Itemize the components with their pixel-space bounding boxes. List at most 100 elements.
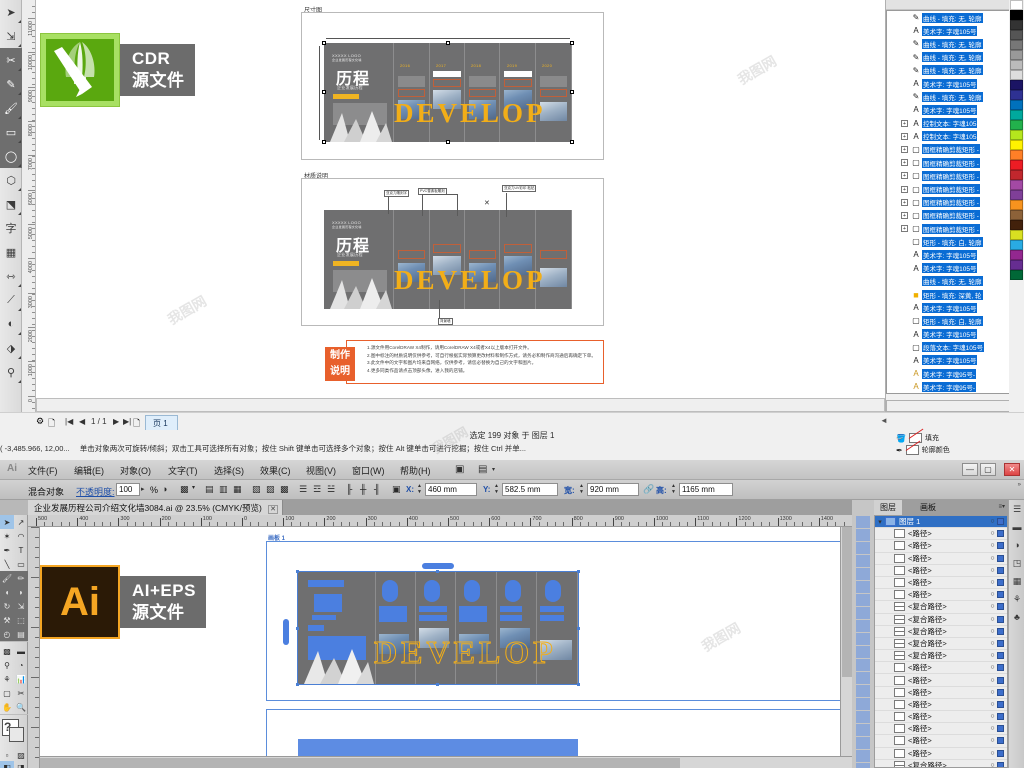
- cdr-object-row[interactable]: A 美术字: 字魂105号: [887, 301, 1009, 314]
- tab-layers[interactable]: 图层: [874, 500, 902, 515]
- target-icon[interactable]: ○: [988, 567, 997, 574]
- collapsed-panel-item[interactable]: [856, 633, 870, 645]
- cdr-tool-fill-tool[interactable]: ⬗: [0, 336, 22, 360]
- cdr-object-row[interactable]: A 美术字: 字魂105号: [887, 262, 1009, 275]
- ai-layer-row[interactable]: <复合路径> ○: [875, 638, 1007, 651]
- ai-tool-blend-tool[interactable]: ◔: [14, 658, 28, 672]
- collapsed-panel-item[interactable]: [856, 529, 870, 541]
- target-icon[interactable]: ○: [988, 555, 997, 562]
- palette-swatch[interactable]: [1010, 270, 1023, 280]
- palette-swatch[interactable]: [1010, 170, 1023, 180]
- selection-handle[interactable]: [570, 41, 574, 45]
- cdr-object-row[interactable]: + A 控制文本: 字魂105: [887, 117, 1009, 130]
- ai-tool-mesh-tool[interactable]: ▩: [0, 644, 14, 658]
- selection-indicator[interactable]: [997, 749, 1004, 757]
- link-dimensions-icon[interactable]: 🔗: [643, 484, 654, 495]
- ai-selection-bounds[interactable]: [297, 571, 579, 685]
- cdr-tool-blend-tool[interactable]: ◐: [0, 312, 22, 336]
- cdr-object-row[interactable]: A美术字: 字魂95号-: [887, 380, 1009, 393]
- ai-layer-row[interactable]: <路径> ○: [875, 565, 1007, 577]
- opacity-input[interactable]: 100: [116, 483, 140, 496]
- control-bar-overflow[interactable]: »: [1018, 482, 1021, 488]
- cdr-object-row[interactable]: ✎ 曲线 - 填充: 无, 轮廓: [887, 90, 1009, 103]
- align-center-v-icon[interactable]: ▨: [266, 484, 275, 495]
- align-right-icon[interactable]: ▦: [233, 484, 242, 495]
- expand-toggle-icon[interactable]: +: [901, 211, 908, 219]
- cdr-object-row[interactable]: A 美术字: 字魂105号: [887, 248, 1009, 261]
- expand-toggle-icon[interactable]: +: [901, 185, 908, 193]
- ai-canvas[interactable]: 画板 1 DEVELOP 我图网: [40, 527, 852, 768]
- ai-tool-symbol-sprayer-tool[interactable]: ⚘: [0, 672, 14, 686]
- cdr-outline-row[interactable]: ✒ 轮廓颜色: [896, 444, 950, 456]
- selection-indicator[interactable]: [997, 639, 1004, 647]
- tab-artboards[interactable]: 画板: [914, 500, 942, 515]
- h-input[interactable]: 1165 mm: [679, 483, 733, 496]
- selection-indicator[interactable]: [997, 615, 1004, 623]
- cdr-object-row[interactable]: ▢ 矩形 - 填充: 白, 轮廓: [887, 235, 1009, 248]
- ai-selection-tab[interactable]: [422, 563, 454, 569]
- scroll-thumb[interactable]: [842, 527, 852, 677]
- ai-panel-dock[interactable]: ☰ ▬ ◑ ◳ ▦ ⚘ ♣: [1008, 500, 1024, 768]
- target-icon[interactable]: ○: [988, 591, 997, 598]
- ai-tool-blob-brush-tool[interactable]: ◖: [0, 585, 14, 599]
- cdr-tool-artistic-media-tool[interactable]: 🖌: [0, 96, 22, 120]
- collapsed-panel-item[interactable]: [856, 568, 870, 580]
- ai-layer-row[interactable]: <路径> ○: [875, 662, 1007, 675]
- ai-layer-row[interactable]: <路径> ○: [875, 687, 1007, 699]
- first-page-button[interactable]: |◀: [62, 417, 76, 426]
- cdr-fill-row[interactable]: 🪣 填充: [896, 432, 950, 444]
- selection-indicator[interactable]: [997, 603, 1004, 611]
- cdr-object-row[interactable]: ✎ 曲线 - 填充: 无, 轮廓: [887, 51, 1009, 64]
- ai-anchor-point[interactable]: [296, 570, 299, 573]
- menu-object[interactable]: 对象(O): [120, 464, 151, 477]
- target-icon[interactable]: ○: [988, 750, 997, 757]
- cdr-tool-connector-tool[interactable]: ⟋: [0, 288, 22, 312]
- cdr-tool-curve-tool[interactable]: ✎: [0, 72, 22, 96]
- ai-selection-tab[interactable]: [283, 619, 289, 645]
- cdr-tool-ellipse-tool[interactable]: ◯: [0, 144, 22, 168]
- ai-layer-row[interactable]: <路径> ○: [875, 735, 1007, 748]
- outline-none-swatch[interactable]: [905, 445, 919, 455]
- palette-swatch[interactable]: [1010, 140, 1023, 150]
- ai-tool-line-segment-tool[interactable]: ╲: [0, 557, 14, 571]
- ai-anchor-point[interactable]: [577, 627, 580, 630]
- ai-tool-paintbrush-tool[interactable]: 🖌: [0, 571, 14, 585]
- selection-handle[interactable]: [322, 140, 326, 144]
- cdr-tool-perfect-shapes-tool[interactable]: ⬔: [0, 192, 22, 216]
- cdr-toolbox[interactable]: ➤ ⇲ ✂ ✎ 🖌 ▭ ◯ ⬡ ⬔ 字 ▦ ⇿ ⟋ ◐ ⬗ ⚲: [0, 0, 22, 412]
- align-bottom-icon[interactable]: ▩: [280, 484, 289, 495]
- palette-swatch[interactable]: [1010, 70, 1023, 80]
- ai-toolbox[interactable]: ➤ ↗ ✶ ◠ ✒ T ╲ ▭ 🖌 ✏ ◖ ◗ ↻ ⇲ ⚒ ⬚ ◴ ▤ ▩ ▬ ⚲ ◔ ⚘ 📊 ▢ ✂ ✋…: [0, 515, 28, 768]
- target-icon[interactable]: ○: [988, 762, 997, 767]
- cdr-tool-pick-tool[interactable]: ➤: [0, 0, 22, 24]
- selection-indicator[interactable]: [997, 713, 1004, 721]
- collapsed-panel-item[interactable]: [856, 698, 870, 710]
- cdr-object-row[interactable]: A 美术字: 字魂105号: [887, 24, 1009, 37]
- ai-tool-magic-wand-tool[interactable]: ✶: [0, 529, 14, 543]
- swatches-panel-icon[interactable]: ▦: [1009, 572, 1024, 590]
- panel-menu-icon[interactable]: ≡▾: [998, 503, 1005, 510]
- cdr-object-list[interactable]: ✎ 曲线 - 填充: 无, 轮廓 A 美术字: 字魂105号 ✎ 曲线 - 填充: 无, …: [886, 10, 1010, 394]
- target-icon[interactable]: ○: [988, 603, 997, 610]
- menu-window[interactable]: 窗口(W): [352, 464, 385, 477]
- ai-panel-tabs[interactable]: 图层 画板 ≡▾: [874, 500, 1008, 515]
- ai-tool-selection-tool[interactable]: ➤: [0, 515, 14, 529]
- cdr-tool-text-tool[interactable]: 字: [0, 216, 22, 240]
- normal-screen-mode-button[interactable]: ◧: [0, 761, 14, 768]
- ai-layer-row-root[interactable]: ▾ 图层 1 ○: [875, 516, 1007, 529]
- close-button[interactable]: ✕: [1004, 463, 1020, 476]
- ai-document-tab[interactable]: 企业发展历程公司介绍文化墙3084.ai @ 23.5% (CMYK/预览) ✕: [28, 500, 284, 515]
- selection-indicator[interactable]: [997, 688, 1004, 696]
- selection-indicator[interactable]: [997, 518, 1004, 526]
- cdr-object-row[interactable]: A 美术字: 字魂105号: [887, 354, 1009, 367]
- palette-swatch[interactable]: [1010, 240, 1023, 250]
- ai-horizontal-ruler[interactable]: 500 400 300 200 100 0 100 200 300 400 500 600 700 800…: [28, 515, 852, 527]
- target-icon[interactable]: ○: [988, 628, 997, 635]
- cdr-artwork-2[interactable]: XXXXX LOGO 企业发展历程文化墙 历程 企业发展历程 DEVELOP: [324, 210, 572, 309]
- palette-swatch[interactable]: [1010, 250, 1023, 260]
- selection-handle[interactable]: [570, 140, 574, 144]
- expand-toggle-icon[interactable]: +: [901, 172, 908, 180]
- palette-swatch[interactable]: [1010, 220, 1023, 230]
- h-stepper[interactable]: ▲ ▼: [670, 483, 677, 496]
- collapsed-panel-item[interactable]: [856, 555, 870, 567]
